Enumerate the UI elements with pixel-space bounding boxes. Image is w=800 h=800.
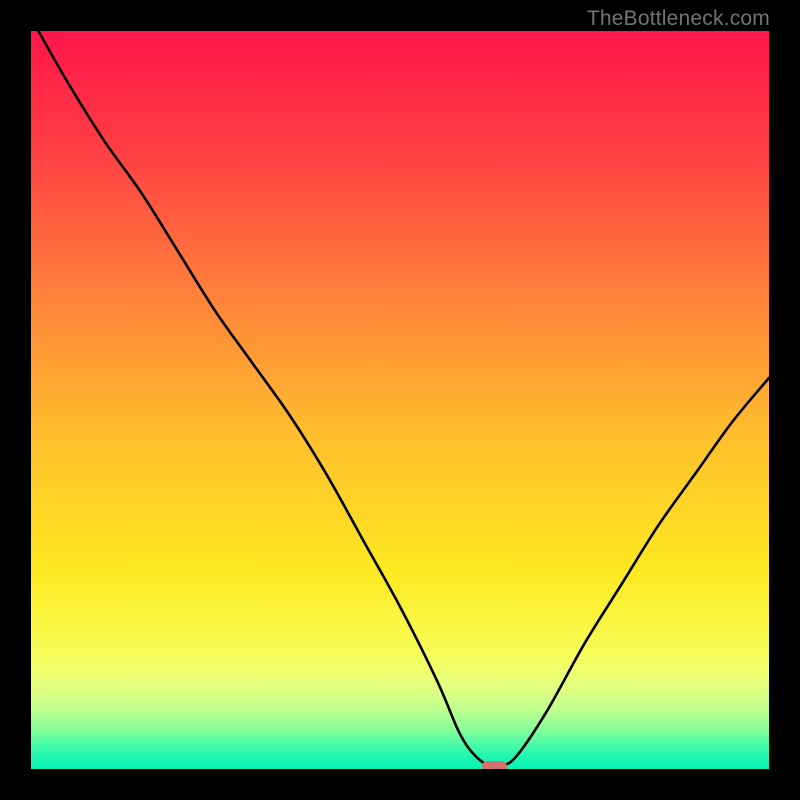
optimal-marker — [482, 761, 508, 769]
curve-svg — [31, 31, 769, 769]
chart-frame: TheBottleneck.com — [0, 0, 800, 800]
watermark-text: TheBottleneck.com — [587, 7, 770, 31]
plot-area — [31, 31, 769, 769]
bottleneck-curve-path — [38, 31, 769, 767]
